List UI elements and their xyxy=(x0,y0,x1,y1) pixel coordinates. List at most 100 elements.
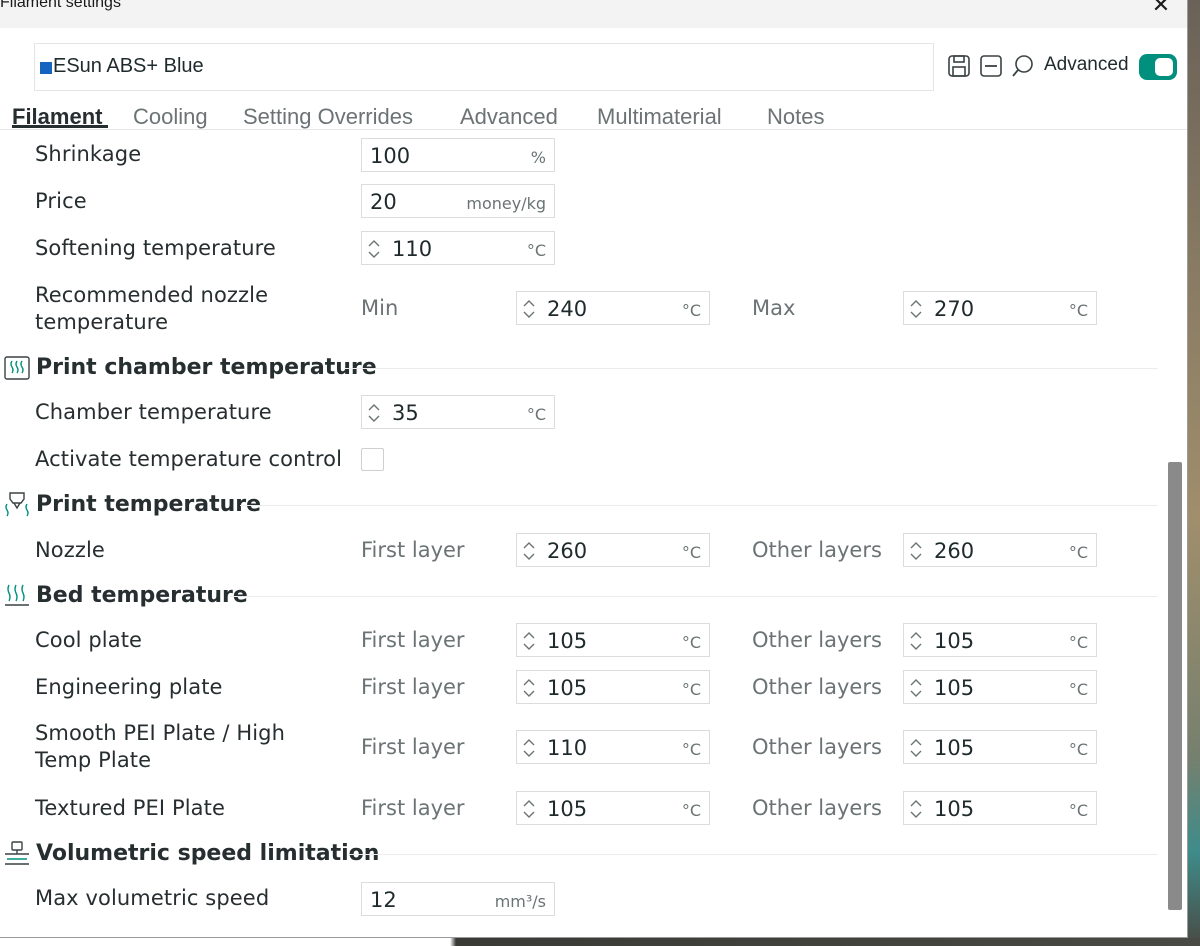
nozzle-first-layer-input[interactable]: 260 °C xyxy=(516,533,710,567)
window-title: Filament settings xyxy=(0,0,121,11)
nozzle-heat-icon xyxy=(5,492,29,517)
engineering-plate-other-layers-label: Other layers xyxy=(752,675,882,699)
tab-advanced[interactable]: Advanced xyxy=(460,104,558,130)
smooth-pei-plate-first-layer-input[interactable]: 110 °C xyxy=(516,730,710,764)
softening-temperature-value: 110 xyxy=(392,237,433,261)
nozzle-other-layers-unit: °C xyxy=(1068,543,1088,562)
shrinkage-input[interactable]: 100 % xyxy=(361,138,555,172)
preset-name: ESun ABS+ Blue xyxy=(53,55,204,77)
spin-arrows-icon[interactable] xyxy=(909,798,923,820)
nozzle-first-layer-label: First layer xyxy=(361,538,465,562)
cool-plate-other-layers-input[interactable]: 105 °C xyxy=(903,623,1097,657)
chamber-temperature-input[interactable]: 35 °C xyxy=(361,395,555,429)
section-title-chamber: Print chamber temperature xyxy=(36,355,377,380)
smooth-pei-plate-other-layers-label: Other layers xyxy=(752,735,882,759)
cool-plate-other-layers-label: Other layers xyxy=(752,628,882,652)
smooth-pei-plate-other-layers-input[interactable]: 105 °C xyxy=(903,730,1097,764)
close-icon[interactable]: ✕ xyxy=(1144,0,1178,24)
smooth-pei-plate-other-layers-unit: °C xyxy=(1068,740,1088,759)
title-bar[interactable]: Filament settings ✕ xyxy=(0,0,1187,28)
textured-pei-plate-other-layers-unit: °C xyxy=(1068,801,1088,820)
textured-pei-plate-other-layers-input[interactable]: 105 °C xyxy=(903,791,1097,825)
cool-plate-first-layer-input[interactable]: 105 °C xyxy=(516,623,710,657)
textured-pei-plate-first-layer-label: First layer xyxy=(361,796,465,820)
chamber-temperature-unit: °C xyxy=(526,405,546,424)
nozzle-other-layers-label: Other layers xyxy=(752,538,882,562)
filament-settings-window: Filament settings ✕ ESun ABS+ Blue Advan… xyxy=(0,0,1188,938)
textured-pei-plate-first-layer-value: 105 xyxy=(547,797,588,821)
price-input[interactable]: 20 money/kg xyxy=(361,184,555,218)
tab-multimaterial[interactable]: Multimaterial xyxy=(597,104,722,130)
section-title-print-temperature: Print temperature xyxy=(36,492,262,517)
spin-arrows-icon[interactable] xyxy=(522,737,536,759)
textured-pei-plate-label: Textured PEI Plate xyxy=(35,796,226,820)
section-title-volumetric-speed: Volumetric speed limitation xyxy=(36,841,380,866)
save-icon[interactable] xyxy=(946,53,972,79)
delete-icon[interactable] xyxy=(978,53,1004,79)
engineering-plate-first-layer-value: 105 xyxy=(547,676,588,700)
activate-temperature-control-checkbox[interactable] xyxy=(361,448,384,471)
max-volumetric-speed-unit: mm³/s xyxy=(494,892,546,911)
spin-arrows-icon[interactable] xyxy=(367,402,381,424)
engineering-plate-first-layer-input[interactable]: 105 °C xyxy=(516,670,710,704)
spin-arrows-icon[interactable] xyxy=(522,677,536,699)
tab-cooling[interactable]: Cooling xyxy=(133,104,208,130)
softening-temperature-input[interactable]: 110 °C xyxy=(361,231,555,265)
smooth-pei-plate-other-layers-value: 105 xyxy=(934,736,975,760)
filament-color-swatch xyxy=(40,62,52,74)
nozzle-max-input[interactable]: 270 °C xyxy=(903,291,1097,325)
spin-arrows-icon[interactable] xyxy=(522,540,536,562)
spin-arrows-icon[interactable] xyxy=(522,298,536,320)
chamber-heat-icon xyxy=(4,356,30,380)
advanced-mode-toggle[interactable] xyxy=(1139,54,1177,80)
nozzle-first-layer-unit: °C xyxy=(681,543,701,562)
nozzle-other-layers-input[interactable]: 260 °C xyxy=(903,533,1097,567)
chamber-temperature-label: Chamber temperature xyxy=(35,400,272,424)
textured-pei-plate-other-layers-label: Other layers xyxy=(752,796,882,820)
shrinkage-label: Shrinkage xyxy=(35,142,142,166)
spin-arrows-icon[interactable] xyxy=(367,238,381,260)
vertical-scrollbar[interactable] xyxy=(1168,462,1182,910)
textured-pei-plate-other-layers-value: 105 xyxy=(934,797,975,821)
textured-pei-plate-first-layer-unit: °C xyxy=(681,801,701,820)
price-label: Price xyxy=(35,189,87,213)
engineering-plate-other-layers-input[interactable]: 105 °C xyxy=(903,670,1097,704)
smooth-pei-plate-label: Smooth PEI Plate / High Temp Plate xyxy=(35,721,286,772)
cool-plate-label: Cool plate xyxy=(35,628,143,652)
max-volumetric-speed-label: Max volumetric speed xyxy=(35,886,270,910)
spin-arrows-icon[interactable] xyxy=(909,298,923,320)
active-tab-indicator xyxy=(12,125,108,128)
search-icon[interactable] xyxy=(1010,53,1036,79)
volumetric-speed-icon xyxy=(5,841,29,865)
nozzle-min-label: Min xyxy=(361,296,399,320)
nozzle-max-unit: °C xyxy=(1068,301,1088,320)
cool-plate-first-layer-unit: °C xyxy=(681,633,701,652)
price-value: 20 xyxy=(370,190,397,214)
cool-plate-first-layer-label: First layer xyxy=(361,628,465,652)
section-title-bed-temperature: Bed temperature xyxy=(36,583,248,608)
spin-arrows-icon[interactable] xyxy=(909,540,923,562)
tab-bar: Filament Cooling Setting Overrides Advan… xyxy=(0,104,1187,130)
smooth-pei-plate-first-layer-value: 110 xyxy=(547,736,588,760)
spin-arrows-icon[interactable] xyxy=(909,630,923,652)
cool-plate-first-layer-value: 105 xyxy=(547,629,588,653)
max-volumetric-speed-value: 12 xyxy=(370,888,397,912)
preset-selector[interactable]: ESun ABS+ Blue xyxy=(34,43,934,91)
smooth-pei-plate-first-layer-unit: °C xyxy=(681,740,701,759)
section-divider xyxy=(230,596,1158,597)
nozzle-max-value: 270 xyxy=(934,297,975,321)
nozzle-min-input[interactable]: 240 °C xyxy=(516,291,710,325)
cool-plate-other-layers-value: 105 xyxy=(934,629,975,653)
tab-notes[interactable]: Notes xyxy=(767,104,824,130)
spin-arrows-icon[interactable] xyxy=(909,737,923,759)
spin-arrows-icon[interactable] xyxy=(522,630,536,652)
tab-setting-overrides[interactable]: Setting Overrides xyxy=(243,104,413,130)
nozzle-label: Nozzle xyxy=(35,538,105,562)
max-volumetric-speed-input[interactable]: 12 mm³/s xyxy=(361,882,555,916)
spin-arrows-icon[interactable] xyxy=(522,798,536,820)
spin-arrows-icon[interactable] xyxy=(909,677,923,699)
textured-pei-plate-first-layer-input[interactable]: 105 °C xyxy=(516,791,710,825)
shrinkage-value: 100 xyxy=(370,144,411,168)
section-divider xyxy=(240,505,1158,506)
desktop-background xyxy=(1188,0,1200,946)
